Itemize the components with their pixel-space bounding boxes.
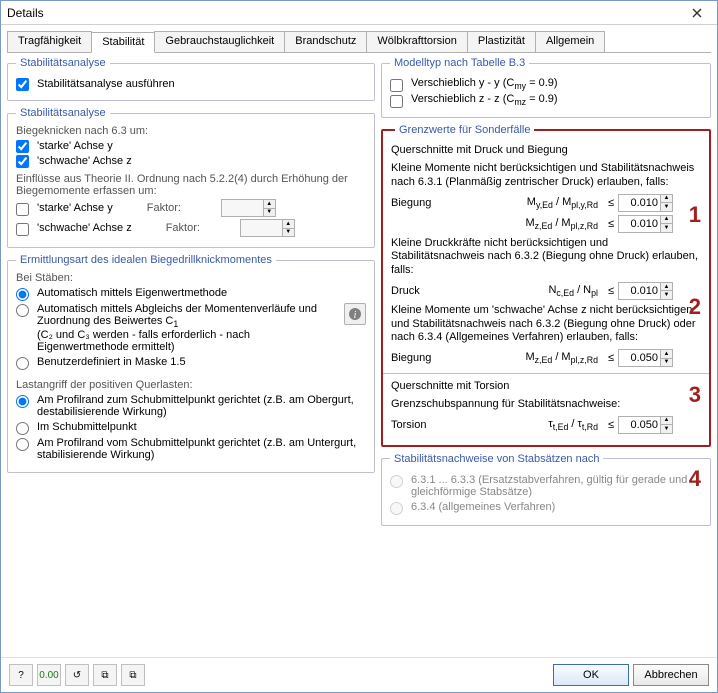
opt-profil-vom-label: Am Profilrand vom Schubmittelpunkt geric…: [37, 437, 366, 461]
rel-le: ≤: [604, 218, 618, 230]
opt-auto-eigen[interactable]: [16, 288, 29, 301]
group-legend: Stabilitätsnachweise von Stabsätzen nach: [390, 453, 603, 465]
tab-allgemein[interactable]: Allgemein: [535, 31, 605, 52]
chk-do-analysis[interactable]: [16, 78, 29, 91]
opt-auto-eigen-label: Automatisch mittels Eigenwertmethode: [37, 287, 366, 299]
grenz-para-4: Grenzschubspannung für Stabilitätsnachwe…: [391, 398, 701, 412]
bei-staeben-heading: Bei Stäben:: [16, 272, 366, 284]
lastangriff-heading: Lastangriff der positiven Querlasten:: [16, 379, 366, 391]
biegeknicken-heading: Biegeknicken nach 6.3 um:: [16, 125, 366, 137]
svg-text:i: i: [354, 310, 357, 321]
opt-profil-zum[interactable]: [16, 395, 29, 408]
cancel-button[interactable]: Abbrechen: [633, 664, 709, 686]
label-biegung-2: Biegung: [391, 352, 441, 364]
rel-le: ≤: [604, 285, 618, 297]
opt-6-3-4: [390, 502, 403, 515]
formula-nced: Nc,Ed / Npl: [441, 284, 604, 298]
chk-schwache-achse-z[interactable]: [16, 155, 29, 168]
chk-starke-achse-y2[interactable]: [16, 203, 29, 216]
rel-le: ≤: [604, 419, 618, 431]
tool-reset-icon[interactable]: ↺: [65, 664, 89, 686]
rel-le: ≤: [604, 352, 618, 364]
group-stabilitaetsanalyse-axes: Stabilitätsanalyse Biegeknicken nach 6.3…: [7, 107, 375, 248]
chk-do-analysis-label: Stabilitätsanalyse ausführen: [37, 78, 175, 90]
group-stabilitaetsanalyse-run: Stabilitätsanalyse Stabilitätsanalyse au…: [7, 57, 375, 101]
factor-label-y: Faktor:: [147, 202, 217, 214]
formula-mzed2: Mz,Ed / Mpl,z,Rd: [441, 351, 604, 365]
opt-profil-zum-label: Am Profilrand zum Schubmittelpunkt geric…: [37, 394, 366, 418]
factor-y-spinner[interactable]: ▲▼: [221, 199, 276, 217]
opt-auto-abgleich-label: Automatisch mittels Abgleichs der Moment…: [37, 303, 340, 353]
grenz-para-1: Kleine Momente nicht berücksichtigen und…: [391, 162, 701, 190]
group-legend: Ermittlungsart des idealen Biegedrillkni…: [16, 254, 276, 266]
chk-schwache-achse-z2[interactable]: [16, 223, 29, 236]
marker-2: 2: [689, 294, 701, 320]
group-legend: Modelltyp nach Tabelle B.3: [390, 57, 529, 69]
tab-gebrauchstauglichkeit[interactable]: Gebrauchstauglichkeit: [154, 31, 285, 52]
group-stabilitaetsnachweise-stabsaetze: Stabilitätsnachweise von Stabsätzen nach…: [381, 453, 711, 526]
qs-torsion-heading: Querschnitte mit Torsion: [391, 380, 701, 394]
opt-schubmittel-label: Im Schubmittelpunkt: [37, 421, 366, 433]
spinner-nced[interactable]: 0.010▲▼: [618, 282, 673, 300]
tool-db2-icon[interactable]: ⧉: [121, 664, 145, 686]
tab-woelbkrafttorsion[interactable]: Wölbkrafttorsion: [366, 31, 467, 52]
opt-userdef-label: Benutzerdefiniert in Maske 1.5: [37, 356, 366, 368]
tab-tragfaehigkeit[interactable]: Tragfähigkeit: [7, 31, 92, 52]
opt-userdef[interactable]: [16, 357, 29, 370]
grenz-para-2: Kleine Druckkräfte nicht berücksichtigen…: [391, 237, 701, 278]
tool-db1-icon[interactable]: ⧉: [93, 664, 117, 686]
chk-schwache-achse-z-label: 'schwache' Achse z: [37, 155, 132, 167]
marker-3: 3: [689, 382, 701, 408]
chk-verschieblich-y-label: Verschieblich y - y (Cmy = 0.9): [411, 77, 558, 91]
opt-auto-abgleich[interactable]: [16, 304, 29, 317]
spinner-mzed[interactable]: 0.010▲▼: [618, 215, 673, 233]
group-legend: Stabilitätsanalyse: [16, 107, 110, 119]
label-druck: Druck: [391, 285, 441, 297]
factor-z-spinner[interactable]: ▲▼: [240, 219, 295, 237]
chk-schwache-achse-z2-label: 'schwache' Achse z: [37, 222, 132, 234]
chk-starke-achse-y[interactable]: [16, 140, 29, 153]
qs-druck-biegung-heading: Querschnitte mit Druck und Biegung: [391, 144, 701, 158]
chk-verschieblich-z-label: Verschieblich z - z (Cmz = 0.9): [411, 93, 558, 107]
opt-6-3-1: [390, 475, 403, 488]
info-icon[interactable]: i: [344, 303, 366, 325]
tab-plastizitaet[interactable]: Plastizität: [467, 31, 536, 52]
tab-bar: Tragfähigkeit Stabilität Gebrauchstaugli…: [7, 31, 711, 53]
formula-torsion: τt,Ed / τt,Rd: [441, 418, 604, 432]
opt-6-3-1-label: 6.3.1 ... 6.3.3 (Ersatzstabverfahren, gü…: [411, 474, 702, 498]
close-button[interactable]: [683, 4, 711, 22]
label-biegung-1: Biegung: [391, 197, 441, 209]
chk-verschieblich-z[interactable]: [390, 95, 403, 108]
grenz-para-3: Kleine Momente um 'schwache' Achse z nic…: [391, 304, 701, 345]
group-legend: Grenzwerte für Sonderfälle: [395, 124, 534, 136]
marker-1: 1: [689, 202, 701, 228]
tool-help-icon[interactable]: ?: [9, 664, 33, 686]
label-torsion: Torsion: [391, 419, 441, 431]
spinner-torsion[interactable]: 0.050▲▼: [618, 416, 673, 434]
group-legend: Stabilitätsanalyse: [16, 57, 110, 69]
formula-myed: My,Ed / Mpl,y,Rd: [441, 196, 604, 210]
opt-6-3-4-label: 6.3.4 (allgemeines Verfahren): [411, 501, 702, 513]
tool-units-icon[interactable]: 0.00: [37, 664, 61, 686]
chk-starke-achse-y2-label: 'starke' Achse y: [37, 202, 113, 214]
opt-profil-vom[interactable]: [16, 438, 29, 451]
opt-schubmittel[interactable]: [16, 422, 29, 435]
einfluss-heading: Einflüsse aus Theorie II. Ordnung nach 5…: [16, 173, 366, 197]
group-ermittlungsart: Ermittlungsart des idealen Biegedrillkni…: [7, 254, 375, 473]
chk-starke-achse-y-label: 'starke' Achse y: [37, 140, 113, 152]
window-title: Details: [7, 6, 683, 20]
ok-button[interactable]: OK: [553, 664, 629, 686]
tab-stabilitaet[interactable]: Stabilität: [91, 32, 155, 53]
rel-le: ≤: [604, 197, 618, 209]
tab-brandschutz[interactable]: Brandschutz: [284, 31, 367, 52]
marker-4: 4: [689, 466, 701, 492]
group-grenzwerte: Grenzwerte für Sonderfälle Querschnitte …: [381, 124, 711, 446]
factor-label-z: Faktor:: [166, 222, 236, 234]
spinner-mzed2[interactable]: 0.050▲▼: [618, 349, 673, 367]
group-modelltyp: Modelltyp nach Tabelle B.3 Verschieblich…: [381, 57, 711, 118]
formula-mzed: Mz,Ed / Mpl,z,Rd: [441, 217, 604, 231]
spinner-myed[interactable]: 0.010▲▼: [618, 194, 673, 212]
chk-verschieblich-y[interactable]: [390, 79, 403, 92]
